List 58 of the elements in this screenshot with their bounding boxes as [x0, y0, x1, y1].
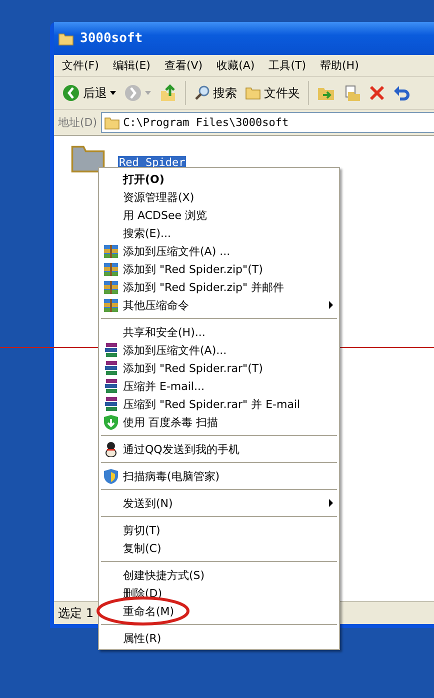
shield-icon: [104, 468, 118, 484]
menu-item[interactable]: 用 ACDSee 浏览: [99, 206, 339, 224]
folder-icon: [245, 86, 261, 100]
menu-item[interactable]: 重命名(M): [99, 602, 339, 620]
menu-item[interactable]: 添加到 "Red Spider.zip" 并邮件: [99, 278, 339, 296]
caret-icon: [110, 91, 116, 95]
address-field[interactable]: C:\Program Files\3000soft: [101, 112, 434, 133]
menu-item[interactable]: 通过QQ发送到我的手机: [99, 440, 339, 458]
book-stack-icon: [104, 397, 118, 411]
menu-item[interactable]: 发送到(N): [99, 494, 339, 512]
toolbar-button[interactable]: 搜索: [192, 82, 239, 104]
menu-item[interactable]: 共享和安全(H)...: [99, 323, 339, 341]
book-stack-icon: [104, 361, 118, 375]
address-label: 地址(D): [58, 115, 98, 130]
menu-item[interactable]: 添加到 "Red Spider.zip"(T): [99, 260, 339, 278]
menu-item[interactable]: 搜索(E)...: [99, 224, 339, 242]
menu-item[interactable]: 压缩到 "Red Spider.rar" 并 E-mail: [99, 395, 339, 413]
menu-item[interactable]: 查看(V): [164, 58, 203, 73]
archive-icon: [104, 262, 118, 276]
menu-item[interactable]: 收藏(A): [216, 58, 255, 73]
caret-icon: [145, 91, 151, 95]
menu-item[interactable]: 添加到压缩文件(A) ...: [99, 242, 339, 260]
folder-icon: [104, 116, 120, 130]
menu-item[interactable]: 其他压缩命令: [99, 296, 339, 314]
toolbar-button[interactable]: [367, 83, 387, 103]
undo-icon: [393, 84, 411, 102]
archive-icon: [104, 244, 118, 258]
menu-item[interactable]: 属性(R): [99, 629, 339, 647]
archive-icon: [104, 298, 118, 312]
search-icon: [194, 85, 210, 101]
folder-up-icon: [159, 84, 177, 102]
menu-item[interactable]: 添加到压缩文件(A)...: [99, 341, 339, 359]
menu-item[interactable]: 添加到 "Red Spider.rar"(T): [99, 359, 339, 377]
archive-icon: [104, 280, 118, 294]
menu-item[interactable]: 扫描病毒(电脑管家): [99, 467, 339, 485]
book-stack-icon: [104, 379, 118, 393]
toolbar-button[interactable]: 文件夹: [243, 82, 302, 104]
folder-icon: [58, 32, 74, 46]
book-stack-icon: [104, 343, 118, 357]
menu-item[interactable]: 使用 百度杀毒 扫描: [99, 413, 339, 431]
status-text: 选定 1: [58, 604, 94, 622]
menu-item[interactable]: 压缩并 E-mail...: [99, 377, 339, 395]
close-icon: [369, 85, 385, 101]
person-icon: [104, 442, 118, 456]
menu-item[interactable]: 工具(T): [268, 58, 306, 73]
menu-item[interactable]: 资源管理器(X): [99, 188, 339, 206]
address-path: C:\Program Files\3000soft: [123, 116, 289, 129]
menu-item[interactable]: 帮助(H): [320, 58, 359, 73]
menu-item[interactable]: 编辑(E): [112, 58, 150, 73]
menu-item[interactable]: 创建快捷方式(S): [99, 566, 339, 584]
copy-folder-icon: [343, 84, 361, 102]
shield-icon: [104, 414, 118, 430]
menu-item[interactable]: 剪切(T): [99, 521, 339, 539]
menu-item[interactable]: 复制(C): [99, 539, 339, 557]
window-title: 3000soft: [80, 31, 143, 46]
toolbar-button[interactable]: 后退: [60, 82, 118, 104]
menu-item[interactable]: 打开(O): [99, 170, 339, 188]
menu-item[interactable]: 文件(F): [62, 58, 99, 73]
